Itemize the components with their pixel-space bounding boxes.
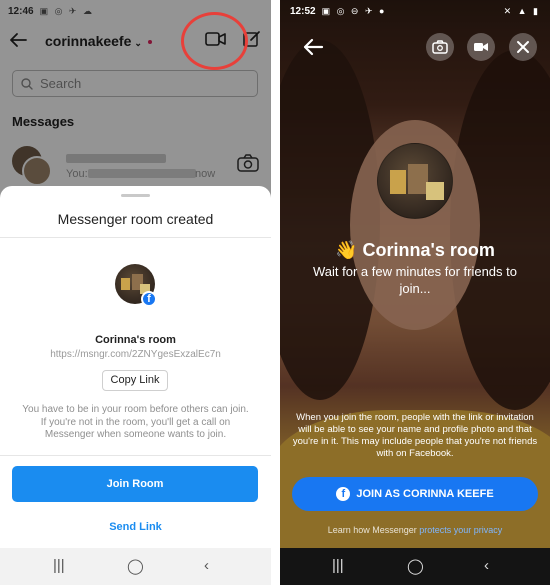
facebook-icon: f [336, 487, 351, 501]
copy-link-button[interactable]: Copy Link [102, 370, 168, 391]
join-as-button[interactable]: f JOIN AS CORINNA KEEFE [292, 477, 538, 511]
join-room-button[interactable]: Join Room [12, 466, 258, 502]
android-nav-bar: ||| ◯ ‹ [0, 548, 271, 585]
android-nav-bar: ||| ◯ ‹ [280, 548, 550, 585]
room-waiting-text: Wait for a few minutes for friends to jo… [313, 264, 517, 296]
facebook-icon: f [141, 291, 157, 307]
privacy-link[interactable]: protects your privacy [419, 525, 502, 535]
flip-camera-button[interactable] [426, 33, 454, 61]
close-icon [517, 41, 529, 53]
privacy-line: Learn how Messenger protects your privac… [280, 525, 550, 535]
messenger-room-screen: 12:52 ▣ ◎ ⊖ ✈ ● ✕ ▲ ▮ 👋 Corinna's room W… [280, 0, 550, 585]
divider [0, 455, 271, 456]
video-toggle-button[interactable] [467, 33, 495, 61]
close-button[interactable] [509, 33, 537, 61]
divider [0, 237, 271, 238]
back-button[interactable]: ‹ [204, 557, 209, 574]
room-name: Corinna's room [95, 334, 176, 346]
back-arrow-icon[interactable] [302, 36, 324, 58]
room-link: https://msngr.com/2ZNYgesExzalEc7n [50, 349, 221, 360]
status-system-icons: ✕ ▲ ▮ [503, 5, 540, 16]
back-button[interactable]: ‹ [484, 557, 489, 574]
room-note: You have to be in your room before other… [22, 404, 249, 440]
video-camera-icon [474, 43, 488, 51]
privacy-disclaimer: When you join the room, people with the … [292, 412, 538, 459]
screenshot: 12:46 ▣ ◎ ✈ ☁ ✕ ▲ ▮ corinnakeefe⌄ Search… [0, 0, 550, 585]
privacy-prefix: Learn how Messenger [327, 525, 420, 535]
drag-handle[interactable] [121, 194, 150, 197]
recent-apps-button[interactable]: ||| [53, 557, 65, 574]
room-title: 👋 Corinna's room [335, 240, 495, 260]
room-avatar [377, 143, 453, 219]
sheet-title: Messenger room created [57, 211, 214, 227]
status-time: 12:52 [290, 5, 316, 17]
join-as-label: JOIN AS CORINNA KEEFE [356, 488, 494, 500]
flip-camera-icon [432, 40, 448, 54]
room-created-sheet: Messenger room created f Corinna's room … [0, 186, 271, 548]
instagram-direct-screen: 12:46 ▣ ◎ ✈ ☁ ✕ ▲ ▮ corinnakeefe⌄ Search… [0, 0, 271, 585]
recent-apps-button[interactable]: ||| [332, 557, 344, 574]
send-link-button[interactable]: Send Link [0, 521, 271, 533]
status-icons: ▣ ◎ ⊖ ✈ ● [321, 5, 387, 16]
home-button[interactable]: ◯ [127, 557, 144, 575]
highlight-annotation-ring [181, 12, 248, 70]
home-button[interactable]: ◯ [407, 557, 424, 575]
status-bar: 12:52 ▣ ◎ ⊖ ✈ ● ✕ ▲ ▮ [280, 0, 550, 22]
